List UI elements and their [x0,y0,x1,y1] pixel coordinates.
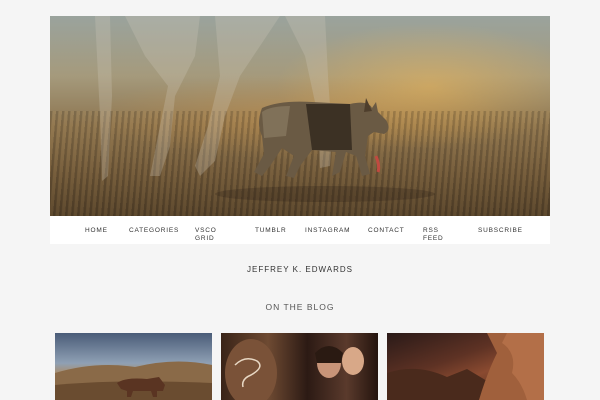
nav-subscribe[interactable]: SUBSCRIBE [478,227,523,255]
nav-subscribe-label: SUBSCRIBE [478,227,523,234]
nav-contact[interactable]: CONTACT [368,227,405,255]
desert-horse-icon [55,361,212,400]
nav-vsco-grid[interactable]: VSCO GRID [195,227,217,255]
hero-image[interactable] [50,16,550,216]
site-author: JEFFREY K. EDWARDS [246,265,353,274]
nav-rss-feed-label-1: RSS [423,227,439,234]
nav-categories[interactable]: CATEGORIES [129,227,179,255]
nav-home[interactable]: HOME [85,227,108,255]
dog-shadow [215,186,435,202]
nav-rss-feed[interactable]: RSS FEED [423,227,444,255]
nav-vsco-grid-label-1: VSCO [195,227,217,234]
blog-post-thumbnail-2[interactable] [221,333,378,400]
blog-post-thumbnail-1[interactable] [55,333,212,400]
nav-home-label: HOME [85,227,108,234]
nav-tumblr-label: TUMBLR [255,227,287,234]
nav-categories-label: CATEGORIES [129,227,180,234]
nav-tumblr[interactable]: TUMBLR [255,227,287,255]
main-nav: HOME CATEGORIES VSCO GRID TUMBLR INSTAGR… [50,216,550,244]
nav-rss-feed-label-2: FEED [423,234,444,242]
nav-instagram-label: INSTAGRAM [305,227,351,234]
wine-label-couple-icon [225,339,364,400]
blog-post-thumbnail-3[interactable] [387,333,544,400]
red-rock-canyon-icon [387,333,544,400]
nav-vsco-grid-label-2: GRID [195,234,215,242]
nav-contact-label: CONTACT [368,227,405,234]
dog-horse-illustration [95,16,435,202]
section-title: ON THE BLOG [265,302,335,312]
nav-instagram[interactable]: INSTAGRAM [305,227,350,255]
